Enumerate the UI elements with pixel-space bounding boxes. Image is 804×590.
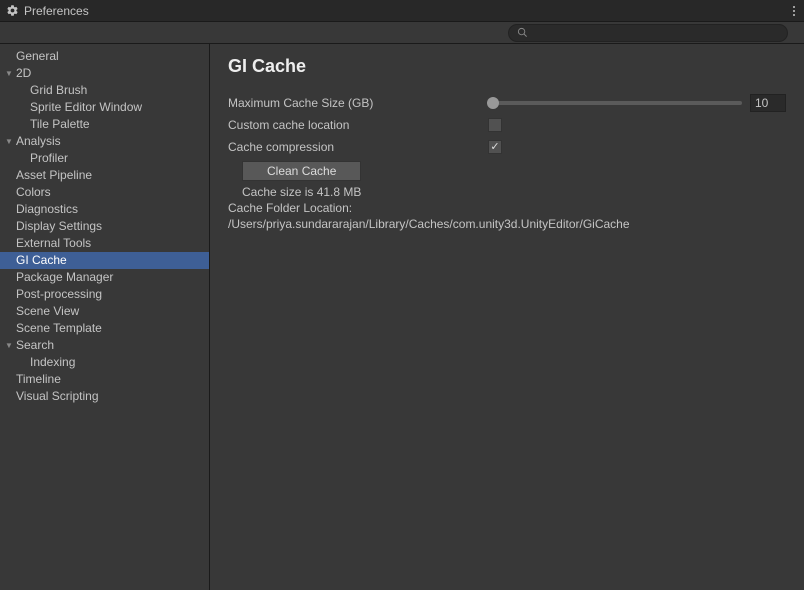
sidebar-item-label: Display Settings	[16, 219, 102, 234]
sidebar-item[interactable]: Diagnostics	[0, 201, 209, 218]
sidebar-item-label: Colors	[16, 185, 51, 200]
sidebar-item[interactable]: Asset Pipeline	[0, 167, 209, 184]
search-field[interactable]	[508, 24, 788, 42]
max-cache-size-slider[interactable]	[488, 101, 742, 105]
sidebar-item[interactable]: Post-processing	[0, 286, 209, 303]
panel-title: GI Cache	[228, 56, 786, 77]
cache-size-text: Cache size is 41.8 MB	[242, 185, 786, 199]
sidebar-item-label: Package Manager	[16, 270, 113, 285]
search-icon	[517, 27, 528, 38]
clean-cache-button[interactable]: Clean Cache	[242, 161, 361, 181]
cache-compression-label: Cache compression	[228, 140, 488, 154]
sidebar-item[interactable]: GI Cache	[0, 252, 209, 269]
cache-folder-path: /Users/priya.sundararajan/Library/Caches…	[228, 217, 786, 231]
sidebar-item[interactable]: Tile Palette	[0, 116, 209, 133]
toolbar	[0, 22, 804, 44]
sidebar-item[interactable]: Scene View	[0, 303, 209, 320]
sidebar-item-label: Analysis	[16, 134, 61, 149]
slider-thumb[interactable]	[487, 97, 499, 109]
search-input[interactable]	[532, 27, 779, 39]
custom-cache-location-checkbox[interactable]	[488, 118, 502, 132]
sidebar-item[interactable]: Colors	[0, 184, 209, 201]
sidebar-item[interactable]: General	[0, 48, 209, 65]
sidebar-item-label: Post-processing	[16, 287, 102, 302]
custom-cache-location-label: Custom cache location	[228, 118, 488, 132]
sidebar-item[interactable]: Analysis	[0, 133, 209, 150]
sidebar-item-label: 2D	[16, 66, 31, 81]
sidebar-item[interactable]: Search	[0, 337, 209, 354]
titlebar: Preferences	[0, 0, 804, 22]
sidebar-item-label: Grid Brush	[30, 83, 87, 98]
sidebar-item-label: GI Cache	[16, 253, 67, 268]
sidebar-item[interactable]: Timeline	[0, 371, 209, 388]
sidebar-item-label: General	[16, 49, 59, 64]
max-cache-size-input[interactable]	[750, 94, 786, 112]
content-panel: GI Cache Maximum Cache Size (GB) Custom …	[210, 44, 804, 590]
sidebar-item[interactable]: Scene Template	[0, 320, 209, 337]
cache-compression-row: Cache compression	[228, 137, 786, 157]
sidebar-item-label: Visual Scripting	[16, 389, 99, 404]
custom-cache-location-row: Custom cache location	[228, 115, 786, 135]
sidebar-item-label: Tile Palette	[30, 117, 90, 132]
sidebar-item-label: Scene View	[16, 304, 79, 319]
sidebar-item-label: Search	[16, 338, 54, 353]
sidebar-item[interactable]: Grid Brush	[0, 82, 209, 99]
sidebar: General 2D Grid Brush Sprite Editor Window T…	[0, 44, 210, 590]
sidebar-item[interactable]: Profiler	[0, 150, 209, 167]
sidebar-item-label: Scene Template	[16, 321, 102, 336]
sidebar-item[interactable]: Package Manager	[0, 269, 209, 286]
kebab-menu-icon[interactable]	[790, 3, 798, 19]
sidebar-item-label: Diagnostics	[16, 202, 78, 217]
window-title: Preferences	[24, 4, 790, 18]
sidebar-item[interactable]: 2D	[0, 65, 209, 82]
sidebar-item-label: Asset Pipeline	[16, 168, 92, 183]
gear-icon	[6, 4, 19, 17]
sidebar-item-label: Profiler	[30, 151, 68, 166]
sidebar-item[interactable]: Sprite Editor Window	[0, 99, 209, 116]
sidebar-item-label: Timeline	[16, 372, 61, 387]
sidebar-item-label: Indexing	[30, 355, 75, 370]
sidebar-item-label: Sprite Editor Window	[30, 100, 142, 115]
max-cache-size-label: Maximum Cache Size (GB)	[228, 96, 488, 110]
sidebar-item[interactable]: Display Settings	[0, 218, 209, 235]
cache-compression-checkbox[interactable]	[488, 140, 502, 154]
sidebar-item-label: External Tools	[16, 236, 91, 251]
cache-folder-label: Cache Folder Location:	[228, 201, 786, 215]
max-cache-size-row: Maximum Cache Size (GB)	[228, 93, 786, 113]
sidebar-item[interactable]: Visual Scripting	[0, 388, 209, 405]
sidebar-item[interactable]: Indexing	[0, 354, 209, 371]
sidebar-item[interactable]: External Tools	[0, 235, 209, 252]
